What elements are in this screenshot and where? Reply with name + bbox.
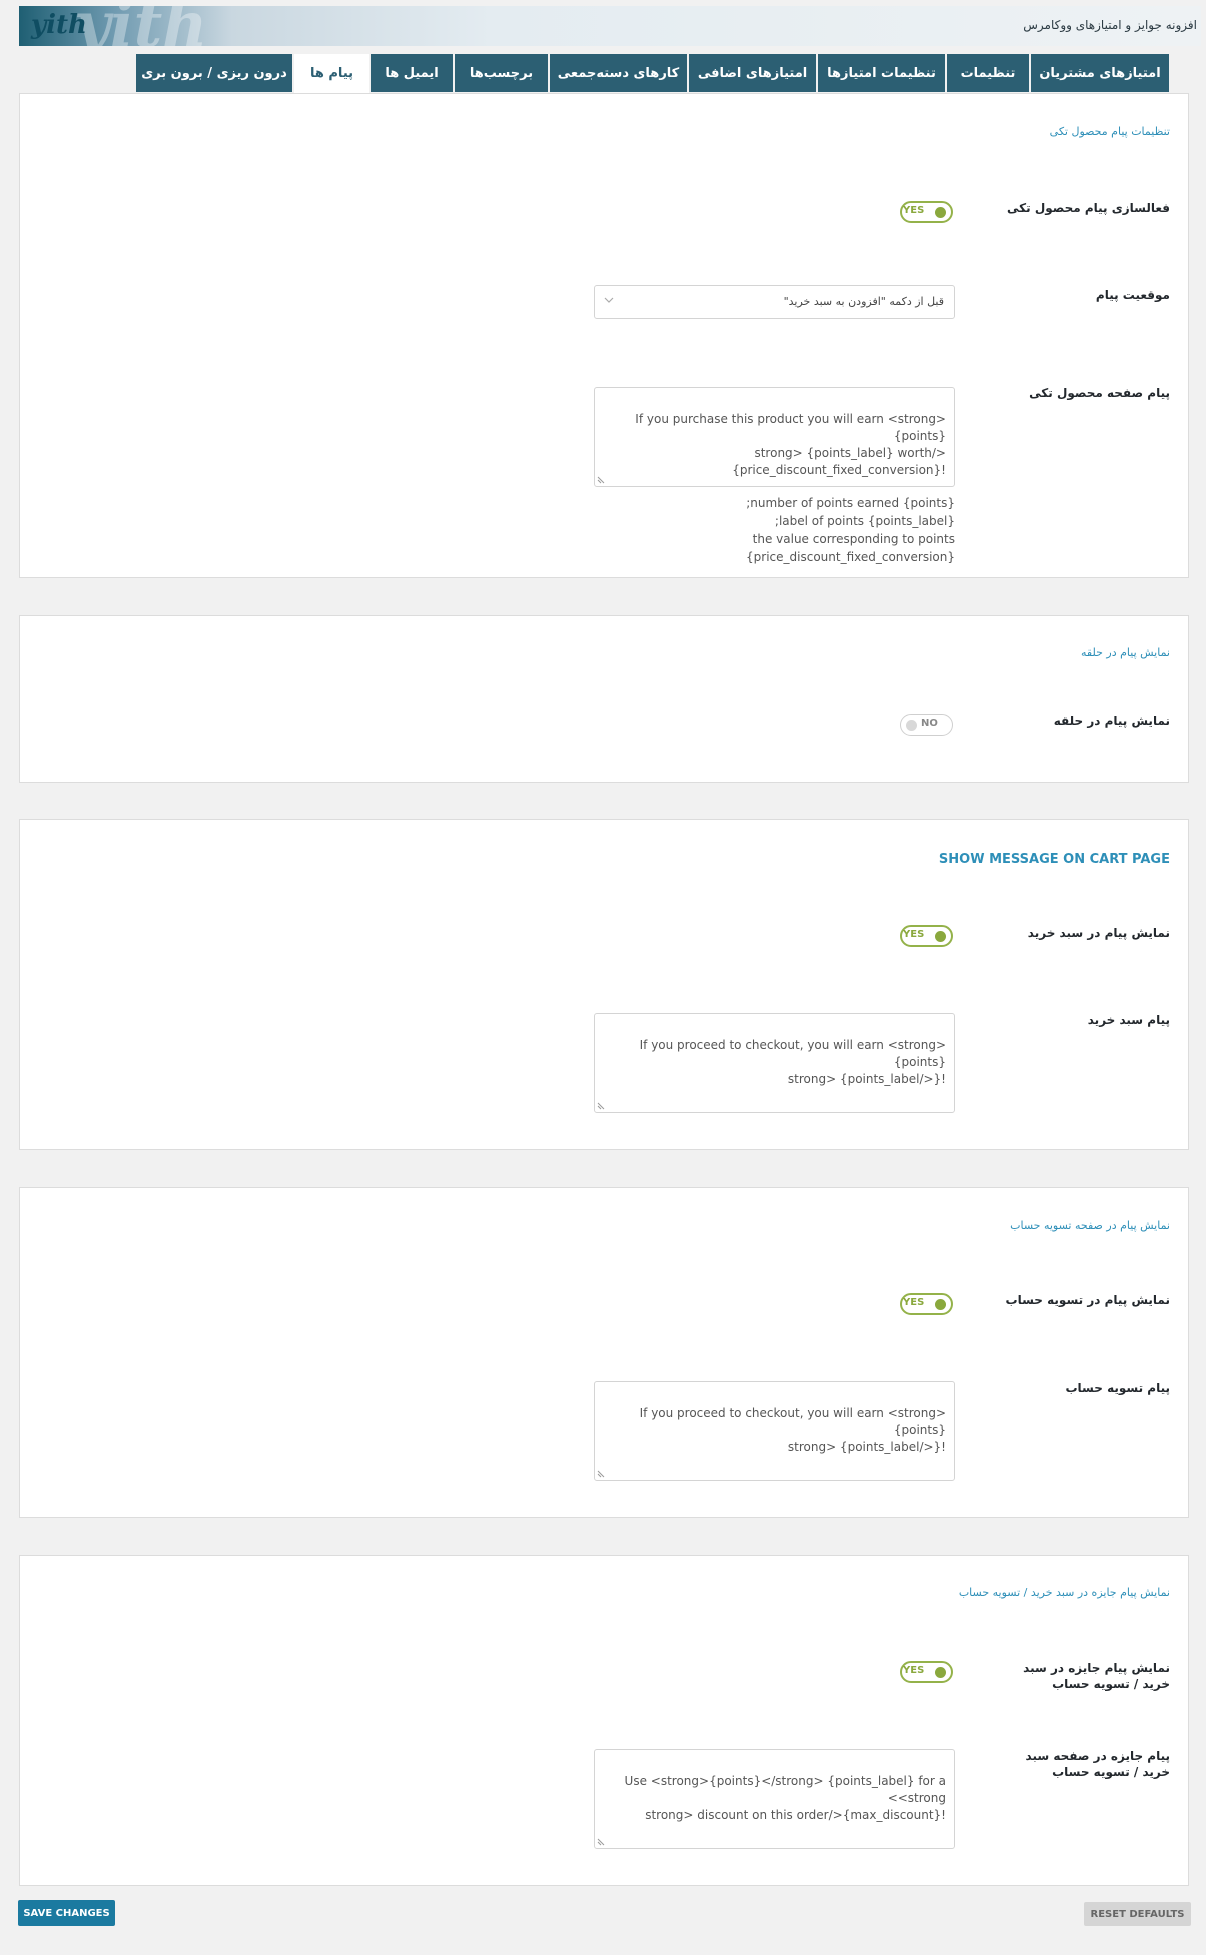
single-product-message-label: پیام صفحه محصول تکی [1029, 386, 1170, 400]
yith-logo: yith [31, 10, 87, 40]
checkout-message-label: پیام تسویه حساب [1065, 1381, 1170, 1395]
message-position-label: موقعیت پیام [1095, 288, 1170, 302]
enable-single-product-toggle[interactable]: YES [900, 201, 953, 223]
tab-bulk-actions[interactable]: کارهای دسته‌جمعی [550, 54, 687, 92]
reward-message-textarea[interactable]: Use <strong>{points}</strong> {points_la… [594, 1749, 955, 1849]
select-value: قبل از دکمه "افزودن به سبد خرید" [783, 295, 944, 308]
cart-section: SHOW MESSAGE ON CART PAGE نمایش پیام در … [19, 819, 1189, 1150]
textarea-content: If you proceed to checkout, you will ear… [639, 1038, 946, 1086]
checkout-section: نمایش پیام در صفحه تسویه حساب نمایش پیام… [19, 1187, 1189, 1518]
placeholders-description: number of points earned {points}; label … [746, 496, 955, 564]
resize-grip-icon[interactable] [597, 1836, 607, 1846]
section-title: تنظیمات پیام محصول تکی [1049, 125, 1170, 138]
toggle-knob [935, 207, 946, 218]
tab-messages[interactable]: پیام ها [294, 54, 369, 93]
reward-section: نمایش پیام جایزه در سبد خرید / تسویه حسا… [19, 1555, 1189, 1886]
show-in-checkout-toggle[interactable]: YES [900, 1293, 953, 1315]
tab-import-export[interactable]: درون ریزی / برون بری [136, 54, 292, 92]
toggle-state: YES [903, 929, 925, 940]
show-in-loop-label: نمایش پیام در حلقه [1053, 714, 1170, 728]
reward-message-label: پیام جایزه در صفحه سبد خرید / تسویه حساب [1025, 1749, 1170, 1779]
toggle-knob [935, 1667, 946, 1678]
plugin-header-banner: yith yith افزونه جوایز و امتیازهای ووکام… [19, 6, 1201, 46]
toggle-state: YES [903, 1297, 925, 1308]
single-product-message-textarea[interactable]: If you purchase this product you will ea… [594, 387, 955, 487]
resize-grip-icon[interactable] [597, 474, 607, 484]
show-in-cart-toggle[interactable]: YES [900, 925, 953, 947]
show-reward-label: نمایش پیام جایزه در سبد خرید / تسویه حسا… [1023, 1661, 1170, 1691]
chevron-down-icon [604, 297, 614, 303]
tab-extra-points[interactable]: امتیازهای اضافی [689, 54, 816, 92]
section-title: نمایش پیام در صفحه تسویه حساب [1010, 1219, 1170, 1232]
tab-labels[interactable]: برچسب‌ها [455, 54, 548, 92]
show-reward-toggle[interactable]: YES [900, 1661, 953, 1683]
show-in-cart-label: نمایش پیام در سبد خرید [1027, 926, 1170, 940]
toggle-knob [935, 931, 946, 942]
enable-single-product-label: فعالسازی پیام محصول تکی [1007, 201, 1170, 215]
single-product-section: تنظیمات پیام محصول تکی فعالسازی پیام محص… [19, 93, 1189, 578]
cart-message-label: پیام سبد خرید [1087, 1013, 1170, 1027]
textarea-content: Use <strong>{points}</strong> {points_la… [624, 1774, 946, 1822]
watermark-logo: yith [74, 6, 208, 46]
textarea-content: If you proceed to checkout, you will ear… [639, 1406, 946, 1454]
section-title: نمایش پیام جایزه در سبد خرید / تسویه حسا… [958, 1586, 1170, 1599]
toggle-state: YES [903, 205, 925, 216]
toggle-state: NO [921, 718, 938, 729]
resize-grip-icon[interactable] [597, 1100, 607, 1110]
tab-settings[interactable]: تنظیمات [947, 54, 1029, 92]
toggle-state: YES [903, 1665, 925, 1676]
section-title: نمایش پیام در حلقه [1080, 646, 1170, 659]
plugin-title: افزونه جوایز و امتیازهای ووکامرس [1023, 18, 1197, 32]
resize-grip-icon[interactable] [597, 1468, 607, 1478]
show-in-checkout-label: نمایش پیام در تسویه حساب [1005, 1293, 1170, 1307]
loop-section: نمایش پیام در حلقه نمایش پیام در حلقه NO [19, 615, 1189, 783]
tab-points-settings[interactable]: تنظیمات امتیازها [818, 54, 945, 92]
toggle-knob [935, 1299, 946, 1310]
message-position-select[interactable]: قبل از دکمه "افزودن به سبد خرید" [594, 285, 955, 319]
textarea-content: If you purchase this product you will ea… [635, 412, 946, 477]
checkout-message-textarea[interactable]: If you proceed to checkout, you will ear… [594, 1381, 955, 1481]
cart-message-textarea[interactable]: If you proceed to checkout, you will ear… [594, 1013, 955, 1113]
save-changes-button[interactable]: SAVE CHANGES [18, 1900, 115, 1926]
show-in-loop-toggle[interactable]: NO [900, 714, 953, 736]
toggle-knob [906, 720, 917, 731]
tab-customer-points[interactable]: امتیازهای مشتریان [1031, 54, 1169, 92]
section-title: SHOW MESSAGE ON CART PAGE [938, 852, 1170, 867]
reset-defaults-button[interactable]: RESET DEFAULTS [1084, 1902, 1191, 1926]
tab-emails[interactable]: ایمیل ها [371, 54, 453, 92]
